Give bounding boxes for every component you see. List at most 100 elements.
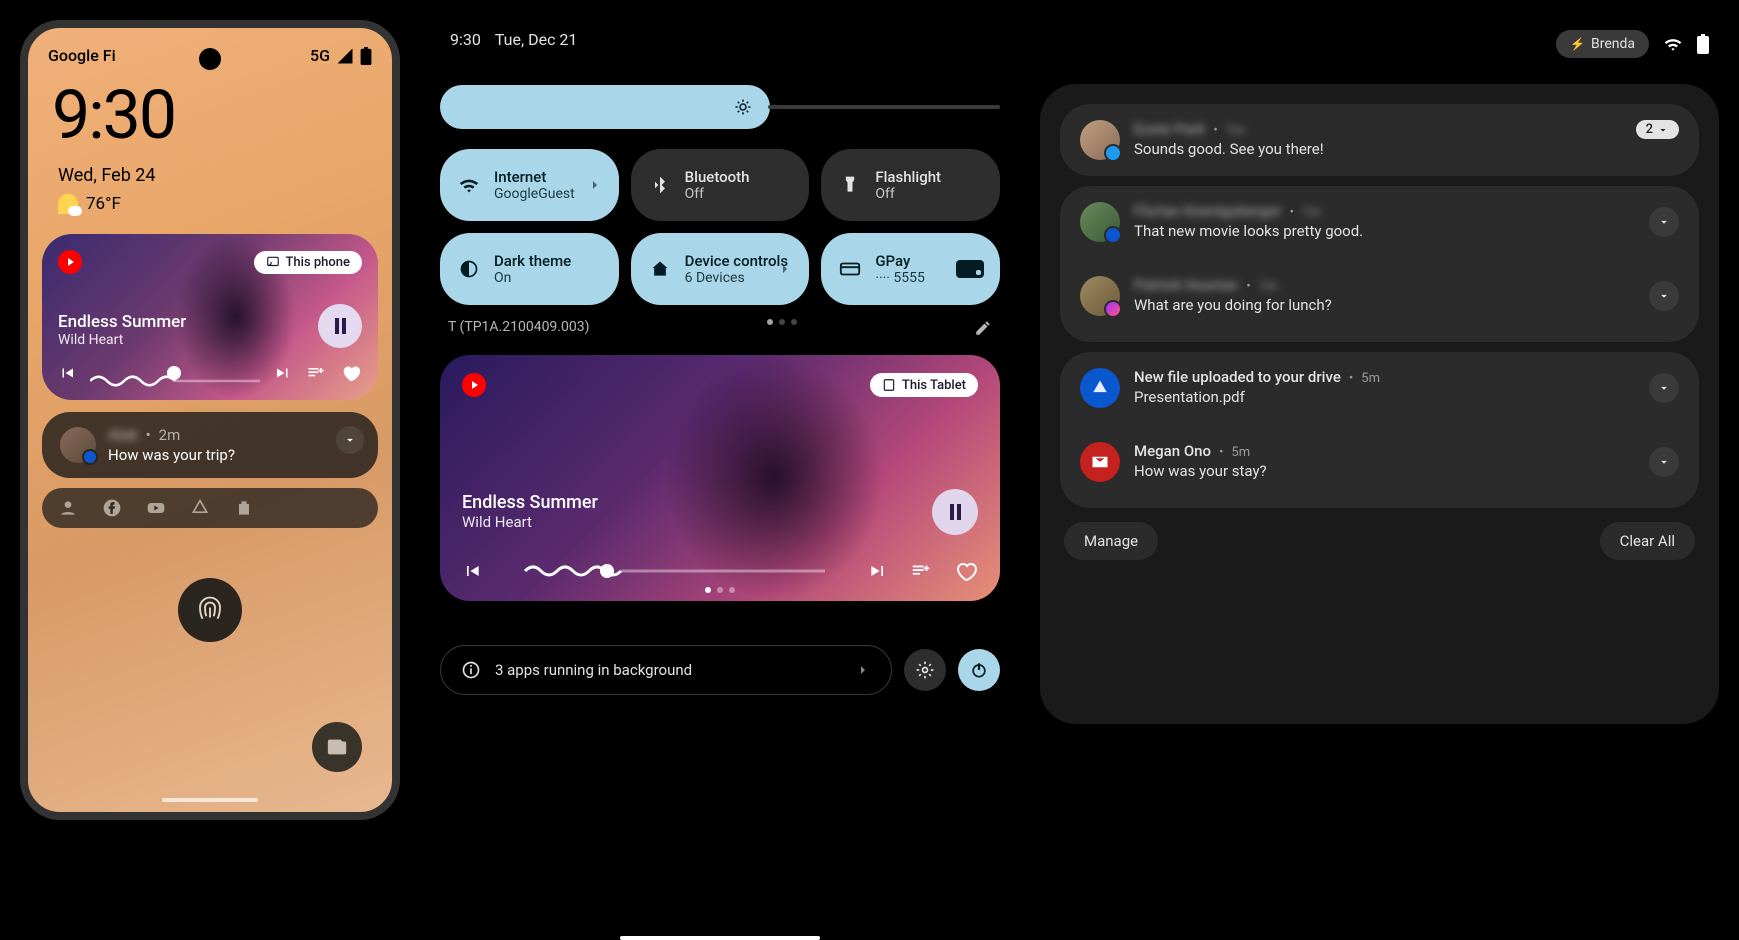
next-track-button[interactable]	[868, 561, 888, 581]
notification-title: New file uploaded to your drive	[1134, 368, 1341, 386]
queue-button[interactable]	[910, 560, 932, 582]
nav-pill[interactable]	[162, 798, 258, 802]
notification-sender: Alok	[108, 426, 138, 444]
settings-button[interactable]	[904, 649, 946, 691]
battery-icon	[360, 47, 372, 65]
expand-button[interactable]	[1649, 447, 1679, 477]
phone-notification[interactable]: Alok • 2m How was your trip?	[42, 412, 378, 478]
user-chip[interactable]: ⚡ Brenda	[1556, 30, 1649, 58]
notification-tray[interactable]	[42, 488, 378, 528]
user-name: Brenda	[1591, 36, 1635, 52]
facebook-icon	[102, 498, 122, 518]
delete-icon	[234, 498, 254, 518]
notification-item[interactable]: New file uploaded to your drive•5m Prese…	[1060, 356, 1699, 420]
chevron-down-icon	[1657, 124, 1669, 136]
media-page-indicator	[705, 587, 735, 593]
profile-icon	[58, 498, 78, 518]
chevron-down-icon	[1657, 381, 1671, 395]
notification-text: How was your stay?	[1134, 462, 1635, 480]
tile-gpay[interactable]: GPay···· 5555	[821, 233, 1000, 305]
dark-theme-icon	[458, 258, 480, 280]
tile-label: Flashlight	[875, 168, 941, 186]
tile-label: GPay	[875, 252, 925, 270]
notification-sender: Florian Koenigsberger	[1134, 202, 1282, 220]
expand-button[interactable]	[1649, 373, 1679, 403]
chevron-down-icon	[1657, 215, 1671, 229]
favorite-button[interactable]	[954, 559, 978, 583]
edit-tiles-button[interactable]	[974, 319, 992, 337]
background-apps-pill[interactable]: 3 apps running in background	[440, 645, 892, 695]
expand-button[interactable]	[336, 426, 364, 454]
notification-time: 2m	[159, 426, 181, 444]
cast-label: This Tablet	[902, 378, 966, 393]
tablet-quick-settings: 9:30 Tue, Dec 21 InternetGoogleGuest Blu…	[440, 20, 1000, 896]
tablet-clock: 9:30	[450, 30, 481, 49]
tile-device-controls[interactable]: Device controls6 Devices	[631, 233, 810, 305]
tile-label: Dark theme	[494, 252, 571, 270]
pencil-icon	[974, 319, 992, 337]
pause-button[interactable]	[318, 304, 362, 348]
tile-flashlight[interactable]: FlashlightOff	[821, 149, 1000, 221]
track-title: Endless Summer	[58, 312, 186, 332]
tile-sub: 6 Devices	[685, 270, 788, 286]
fingerprint-button[interactable]	[178, 578, 242, 642]
notification-text: Sounds good. See you there!	[1134, 140, 1622, 158]
lockscreen-weather[interactable]: 76°F	[28, 190, 392, 234]
wallet-icon	[326, 736, 348, 758]
gear-icon	[915, 660, 935, 680]
tablet-date: Tue, Dec 21	[495, 30, 578, 49]
notification-time: 5m	[1231, 445, 1250, 460]
track-artist: Wild Heart	[58, 332, 186, 348]
notification-time: 1m	[1302, 205, 1321, 220]
progress-slider[interactable]	[90, 371, 260, 375]
power-button[interactable]	[958, 649, 1000, 691]
tile-label: Internet	[494, 168, 575, 186]
messages-badge-icon	[1104, 226, 1122, 244]
favorite-button[interactable]	[340, 362, 362, 384]
next-track-button[interactable]	[274, 364, 292, 382]
tile-label: Device controls	[685, 252, 788, 270]
tile-sub: Off	[685, 186, 750, 202]
notification-item[interactable]: Florian Koenigsberger•1m That new movie …	[1060, 190, 1699, 254]
pause-button[interactable]	[932, 489, 978, 535]
tablet-icon	[882, 378, 896, 392]
progress-slider[interactable]	[504, 561, 846, 581]
clear-all-button[interactable]: Clear All	[1600, 522, 1695, 560]
tile-bluetooth[interactable]: BluetoothOff	[631, 149, 810, 221]
brightness-slider[interactable]	[440, 85, 1000, 129]
camera-punchhole	[199, 48, 221, 70]
expand-button[interactable]	[1649, 281, 1679, 311]
tablet-notifications-column: ⚡ Brenda Eunie Park•1m Sounds good. See …	[1040, 20, 1719, 896]
chevron-down-icon	[343, 433, 357, 447]
notification-item[interactable]: Patrick Hosmer•1m What are you doing for…	[1060, 264, 1699, 328]
phone-media-card[interactable]: This phone Endless Summer Wild Heart	[42, 234, 378, 400]
previous-track-button[interactable]	[462, 561, 482, 581]
page-indicator	[767, 319, 797, 337]
chevron-right-icon	[777, 261, 793, 277]
queue-button[interactable]	[306, 363, 326, 383]
bolt-icon: ⚡	[1570, 37, 1585, 51]
weather-icon	[58, 194, 78, 214]
wallet-button[interactable]	[312, 722, 362, 772]
notification-item[interactable]: Eunie Park•1m Sounds good. See you there…	[1060, 104, 1699, 176]
tablet-nav-pill[interactable]	[620, 936, 820, 940]
tile-internet[interactable]: InternetGoogleGuest	[440, 149, 619, 221]
manage-button[interactable]: Manage	[1064, 522, 1158, 560]
cast-chip[interactable]: This Tablet	[870, 373, 978, 397]
notification-sender: Patrick Hosmer	[1134, 276, 1238, 294]
tablet-media-card[interactable]: This Tablet Endless Summer Wild Heart	[440, 355, 1000, 601]
previous-track-button[interactable]	[58, 364, 76, 382]
card-icon	[839, 258, 861, 280]
youtube-music-icon	[58, 250, 82, 274]
notification-group: Florian Koenigsberger•1m That new movie …	[1060, 186, 1699, 342]
chevron-right-icon	[855, 662, 871, 678]
expand-button[interactable]	[1649, 207, 1679, 237]
tile-sub: GoogleGuest	[494, 186, 575, 202]
drive-icon	[190, 498, 210, 518]
notification-count-chip[interactable]: 2	[1636, 120, 1679, 139]
notification-item[interactable]: Megan Ono•5m How was your stay?	[1060, 430, 1699, 494]
tile-dark-theme[interactable]: Dark themeOn	[440, 233, 619, 305]
signal-icon	[336, 47, 354, 65]
cast-chip[interactable]: This phone	[254, 251, 363, 274]
notification-text: What are you doing for lunch?	[1134, 296, 1635, 314]
